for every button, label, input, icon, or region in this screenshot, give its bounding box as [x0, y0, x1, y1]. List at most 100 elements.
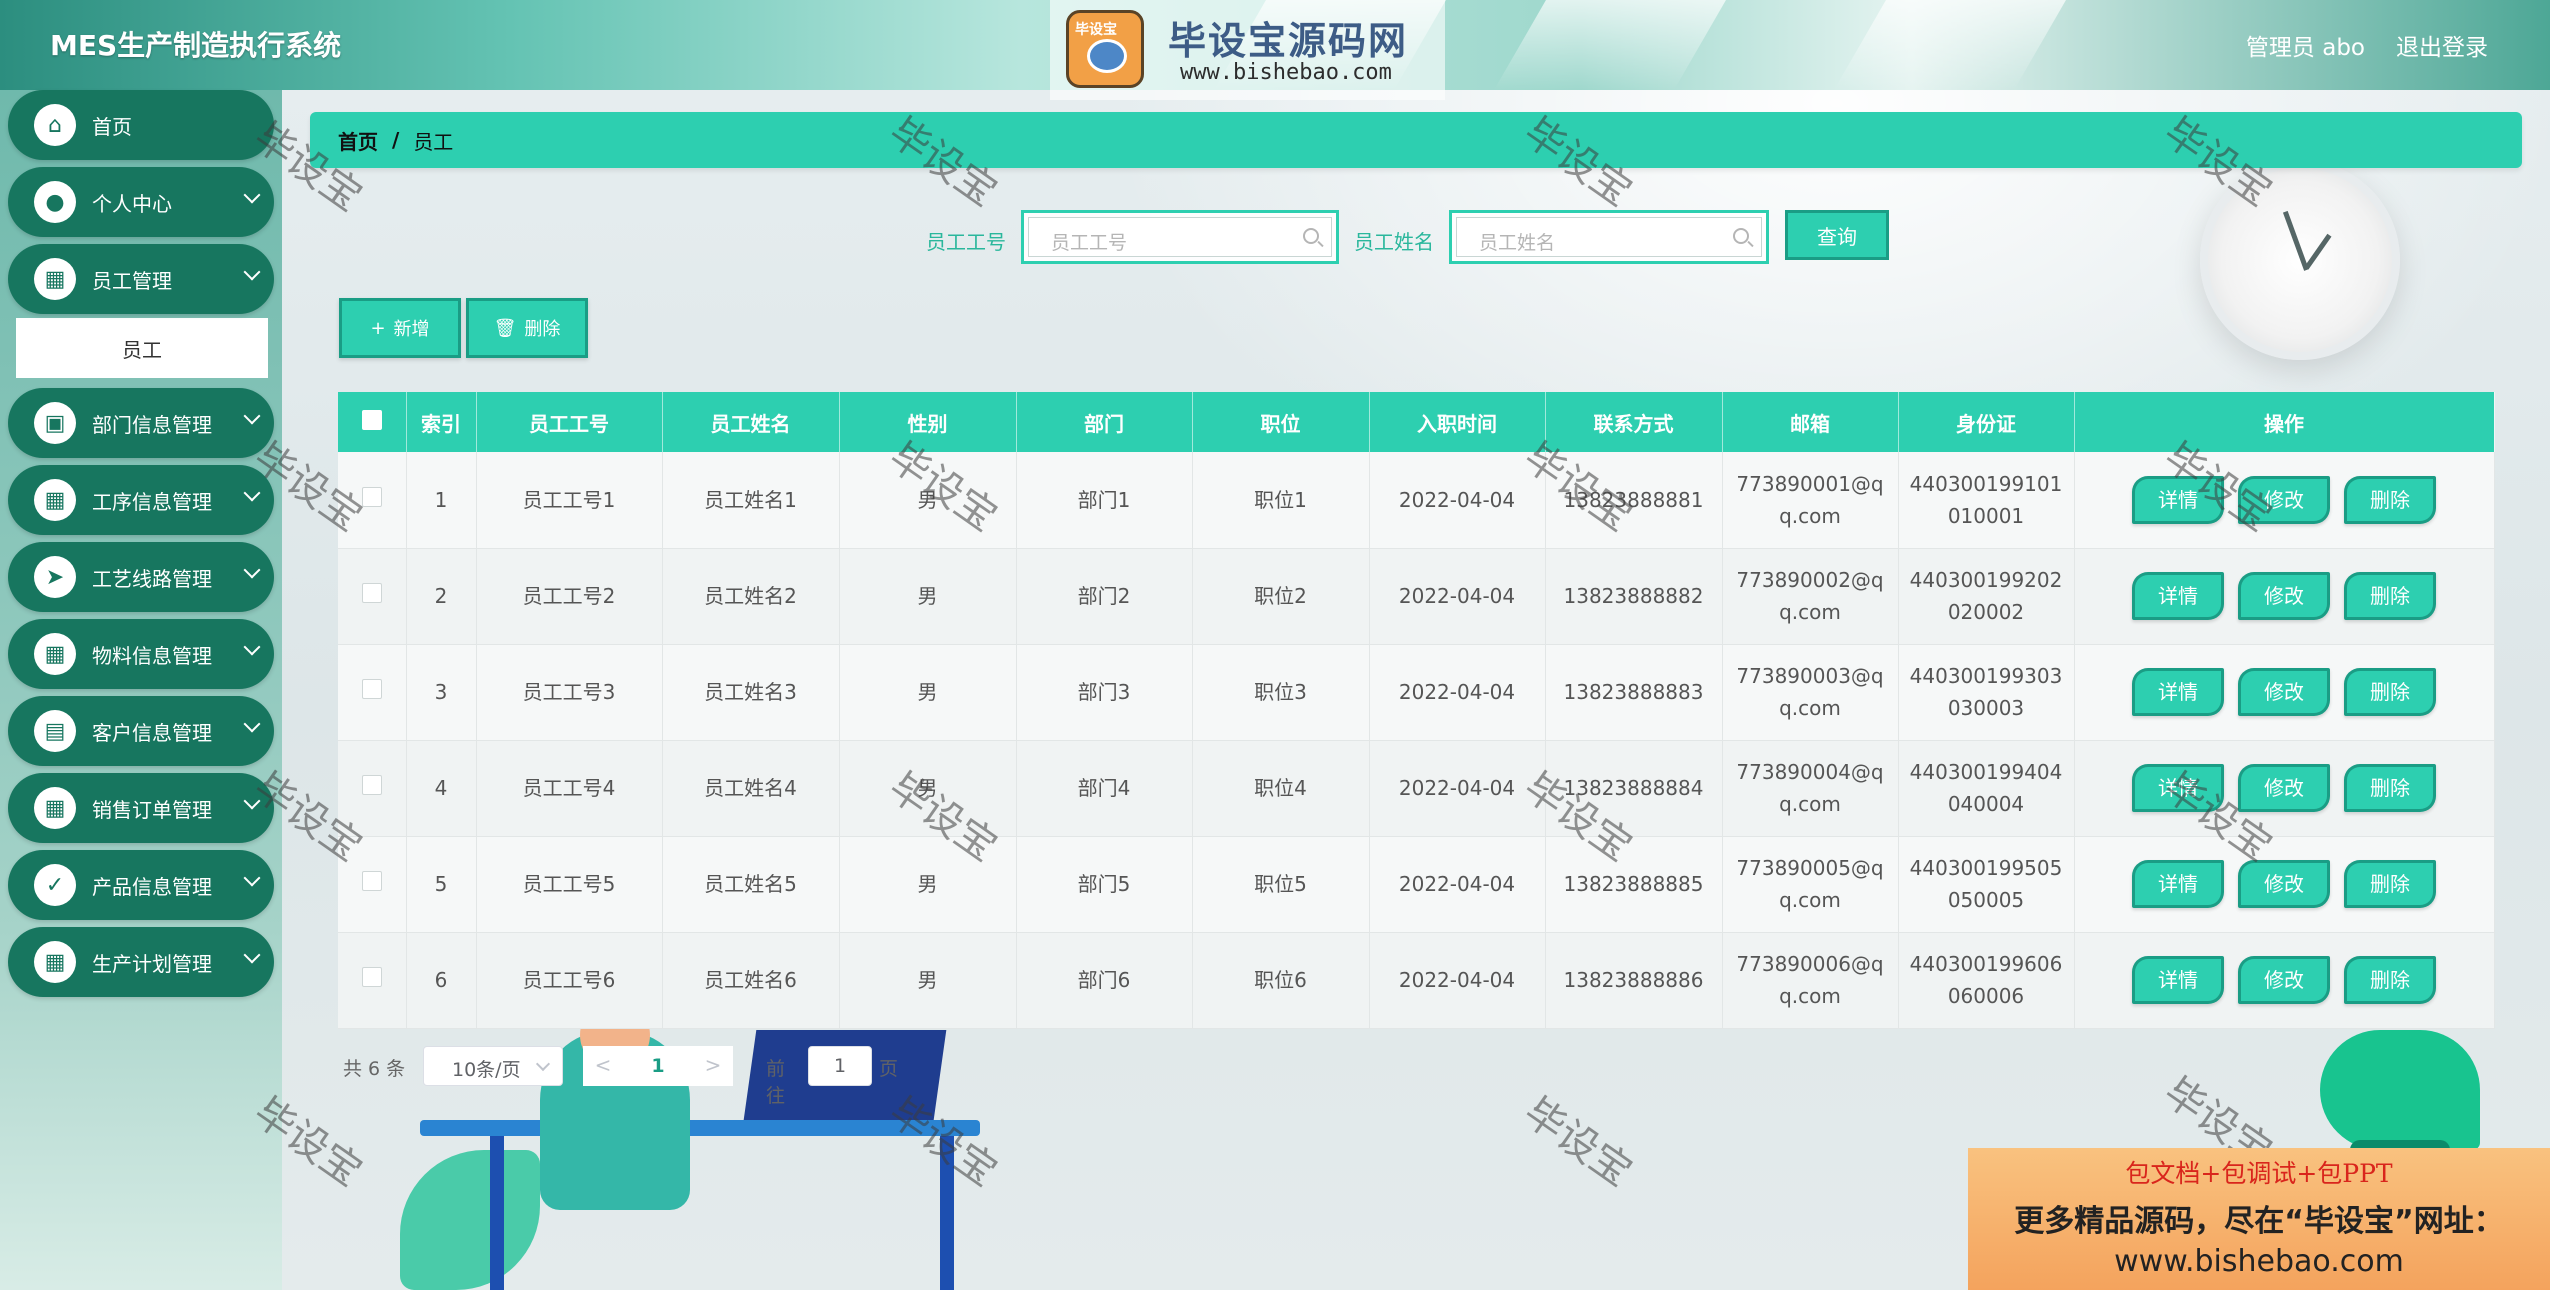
- chevron-down-icon: [243, 792, 261, 810]
- edit-button[interactable]: 修改: [2238, 764, 2330, 812]
- add-button[interactable]: + 新增: [339, 298, 461, 358]
- detail-button[interactable]: 详情: [2132, 860, 2224, 908]
- sidebar-item[interactable]: ⌂ 首页: [8, 90, 274, 160]
- watermark-logo-url: www.bishebao.com: [1180, 60, 1392, 85]
- chevron-down-icon: [243, 561, 261, 579]
- chevron-down-icon: [243, 869, 261, 887]
- sidebar-item[interactable]: ▦ 生产计划管理: [8, 927, 274, 997]
- detail-button[interactable]: 详情: [2132, 764, 2224, 812]
- logout-link[interactable]: 退出登录: [2396, 28, 2488, 62]
- watermark-logo: 毕设宝 毕设宝源码网 www.bishebao.com: [1050, 0, 1445, 100]
- row-delete-button[interactable]: 删除: [2344, 956, 2436, 1004]
- sidebar-item[interactable]: ▤ 客户信息管理: [8, 696, 274, 766]
- sidebar-item[interactable]: ✓ 产品信息管理: [8, 850, 274, 920]
- cell-name: 员工姓名1: [662, 452, 840, 549]
- row-checkbox[interactable]: [361, 583, 382, 603]
- cell-id-card-line1: 440300199505: [1909, 856, 2063, 880]
- detail-button[interactable]: 详情: [2132, 475, 2224, 524]
- sidebar-item[interactable]: ▦ 工序信息管理: [8, 465, 274, 535]
- desk-leg: [490, 1136, 504, 1290]
- cell-id-card-line1: 440300199101: [1909, 471, 2063, 496]
- row-delete-button[interactable]: 删除: [2344, 668, 2436, 716]
- table-row: 4 员工工号4 员工姓名4 男部门4 职位4 2022-04-04 13823888884 7…: [338, 740, 2495, 837]
- cell-dept: 部门2: [1016, 548, 1193, 645]
- cell-id-card: 440300199606 060006: [1898, 932, 2075, 1029]
- detail-button[interactable]: 详情: [2132, 668, 2224, 716]
- cell-email: 773890003@q q.com: [1722, 644, 1899, 741]
- cell-email-line2: q.com: [1779, 792, 1841, 816]
- sidebar-item-label: 首页: [92, 114, 132, 139]
- edit-button[interactable]: 修改: [2238, 475, 2330, 524]
- emp-name-input[interactable]: 员工姓名: [1449, 210, 1769, 264]
- sidebar-item[interactable]: ▦ 物料信息管理: [8, 619, 274, 689]
- chevron-down-icon: [243, 263, 261, 281]
- cell-email-line1: 773890004@q: [1736, 760, 1884, 784]
- chevron-down-icon: [243, 715, 261, 733]
- select-all-checkbox[interactable]: [361, 409, 382, 430]
- cell-hire-date: 2022-04-04: [1369, 548, 1546, 645]
- emp-name-placeholder: 员工姓名: [1479, 232, 1556, 254]
- plant-illustration: [400, 1150, 540, 1290]
- emp-no-placeholder: 员工工号: [1051, 232, 1128, 254]
- row-checkbox[interactable]: [361, 967, 382, 987]
- sidebar-item[interactable]: ▣ 部门信息管理: [8, 388, 274, 458]
- row-delete-button[interactable]: 删除: [2344, 572, 2436, 620]
- edit-button[interactable]: 修改: [2238, 572, 2330, 620]
- breadcrumb: 首页 / 员工: [310, 112, 2522, 168]
- employee-table: 索引 员工工号 员工姓名 性别 部门 职位 入职时间 联系方式 邮箱 身份证 操作 1 员工工号1 员工…: [338, 392, 2495, 1029]
- grid-icon: ▦: [34, 479, 76, 521]
- add-button-label: 新增: [393, 319, 430, 340]
- column-header: 部门: [1016, 392, 1193, 452]
- cell-email: 773890005@q q.com: [1722, 836, 1899, 933]
- row-checkbox[interactable]: [361, 679, 382, 699]
- plus-icon: +: [370, 317, 386, 339]
- grid-icon: ▦: [34, 787, 76, 829]
- cell-position: 职位2: [1192, 548, 1370, 645]
- delete-button[interactable]: 🗑 删除: [466, 298, 588, 358]
- cell-actions: 详情 修改 删除: [2074, 932, 2495, 1029]
- edit-button[interactable]: 修改: [2238, 668, 2330, 716]
- cell-gender: 男: [839, 644, 1017, 741]
- table-header-row: 索引 员工工号 员工姓名 性别 部门 职位 入职时间 联系方式 邮箱 身份证 操作: [338, 392, 2495, 452]
- query-button[interactable]: 查询: [1785, 210, 1889, 260]
- cell-position: 职位5: [1192, 836, 1370, 933]
- emp-name-label: 员工姓名: [1354, 230, 1434, 254]
- emp-no-input[interactable]: 员工工号: [1021, 210, 1339, 264]
- cell-index: 2: [406, 548, 477, 645]
- row-checkbox[interactable]: [361, 871, 382, 891]
- row-checkbox[interactable]: [361, 775, 382, 795]
- column-header: 员工工号: [476, 392, 663, 452]
- detail-button[interactable]: 详情: [2132, 956, 2224, 1004]
- detail-button[interactable]: 详情: [2132, 572, 2224, 620]
- row-delete-button[interactable]: 删除: [2344, 475, 2436, 524]
- cell-id-card-line2: 050005: [1947, 888, 2025, 912]
- cell-email-line2: q.com: [1779, 888, 1841, 912]
- next-page-button[interactable]: >: [693, 1046, 733, 1086]
- breadcrumb-home[interactable]: 首页: [338, 126, 378, 155]
- sidebar-subitem-employee[interactable]: 员工: [16, 318, 268, 378]
- row-select-cell: [338, 932, 407, 1029]
- page-size-select[interactable]: 10条/页: [423, 1046, 563, 1086]
- row-delete-button[interactable]: 删除: [2344, 860, 2436, 908]
- row-checkbox[interactable]: [361, 486, 382, 507]
- row-delete-button[interactable]: 删除: [2344, 764, 2436, 812]
- prev-page-button[interactable]: <: [583, 1046, 623, 1086]
- sidebar-item[interactable]: ▦ 销售订单管理: [8, 773, 274, 843]
- goto-label: 前往: [766, 1058, 786, 1107]
- cell-emp-no: 员工工号1: [476, 452, 663, 549]
- edit-button[interactable]: 修改: [2238, 860, 2330, 908]
- cell-email-line1: 773890002@q: [1736, 568, 1884, 592]
- column-header: 联系方式: [1545, 392, 1723, 452]
- promo-line-1: 包文档+包调试+包PPT: [2125, 1159, 2393, 1188]
- cell-name: 员工姓名2: [662, 548, 840, 645]
- column-header: 操作: [2074, 392, 2495, 452]
- row-select-cell: [338, 740, 407, 837]
- jump-page-input[interactable]: 1: [808, 1046, 872, 1086]
- page-number-current[interactable]: 1: [623, 1046, 693, 1086]
- sidebar-item[interactable]: ➤ 工艺线路管理: [8, 542, 274, 612]
- cell-gender: 男: [839, 836, 1017, 933]
- current-user-label: 管理员 abo: [2245, 35, 2365, 61]
- edit-button[interactable]: 修改: [2238, 956, 2330, 1004]
- table-row: 5 员工工号5 员工姓名5 男部门5 职位5 2022-04-04 13823888885 7…: [338, 836, 2495, 933]
- promo-line-3: www.bishebao.com: [2114, 1244, 2404, 1279]
